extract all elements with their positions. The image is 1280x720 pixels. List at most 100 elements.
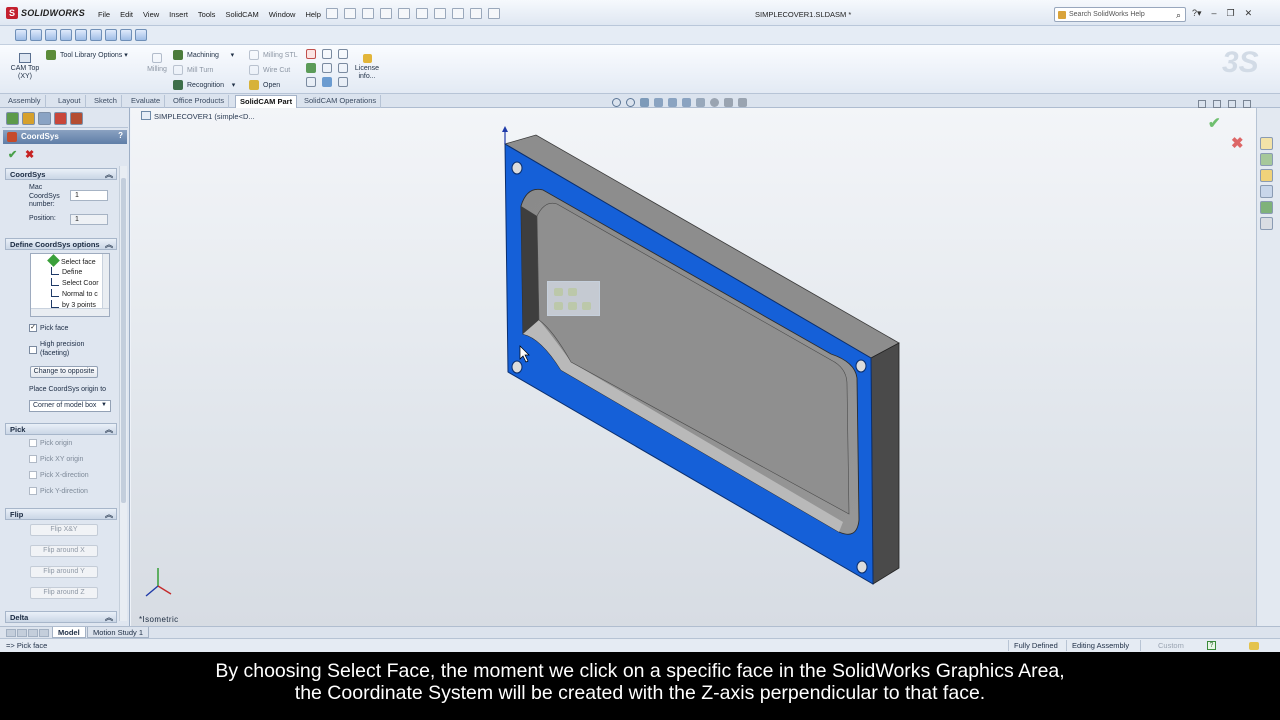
display-manager-icon[interactable] — [54, 112, 67, 125]
machining-button[interactable]: Machining ▾ — [173, 50, 234, 60]
display-style-icon[interactable] — [682, 98, 691, 107]
pick-x-direction-checkbox[interactable] — [29, 471, 37, 479]
link-icon[interactable] — [338, 49, 348, 59]
wire-cut-button[interactable]: Wire Cut — [249, 65, 290, 75]
menu-help[interactable]: Help — [305, 10, 320, 19]
previous-view-icon[interactable] — [640, 98, 649, 107]
flip-around-z-button[interactable]: Flip around Z — [30, 587, 98, 599]
place-origin-select[interactable]: Corner of model box ▼ — [29, 400, 111, 412]
confirmation-cancel-icon[interactable]: ✖ — [1231, 134, 1244, 152]
mill-turn-button[interactable]: Mill Turn — [173, 65, 213, 75]
option-select-coordinate[interactable]: Select Coor — [51, 278, 99, 287]
flip-section-header[interactable]: Flip ︽ — [5, 508, 117, 520]
solidworks-logo[interactable]: S SOLIDWORKS — [6, 6, 85, 20]
viewport-restore-icon[interactable] — [1213, 100, 1221, 108]
context-tool-4-icon[interactable] — [568, 302, 577, 310]
file-properties-icon[interactable] — [488, 8, 500, 19]
ok-check-icon[interactable]: ✔ — [8, 148, 17, 161]
cam-top-button[interactable]: CAM Top (XY) — [8, 53, 42, 81]
status-units[interactable]: Custom — [1158, 641, 1184, 650]
toolbar-button-4-icon[interactable] — [60, 29, 72, 41]
tree-horizontal-scrollbar[interactable] — [31, 308, 109, 316]
tab-evaluate[interactable]: Evaluate — [127, 95, 166, 108]
view-settings-icon[interactable] — [738, 98, 747, 107]
panel-scrollbar[interactable] — [119, 166, 127, 621]
viewport-close-icon[interactable] — [1243, 100, 1251, 108]
report-icon[interactable] — [306, 49, 316, 59]
confirmation-ok-icon[interactable]: ✔ — [1208, 114, 1221, 132]
toolbar-button-8-icon[interactable] — [120, 29, 132, 41]
design-library-icon[interactable] — [1260, 153, 1273, 166]
pick-origin-checkbox[interactable] — [29, 439, 37, 447]
print-icon[interactable] — [398, 8, 410, 19]
status-tag-icon[interactable] — [1249, 642, 1259, 650]
collapse-chevron-icon[interactable]: ︽ — [105, 509, 113, 520]
file-explorer-icon[interactable] — [1260, 169, 1273, 182]
collapse-chevron-icon[interactable]: ︽ — [105, 424, 113, 435]
edit-icon[interactable] — [322, 77, 332, 87]
options-icon[interactable] — [470, 8, 482, 19]
tab-office-products[interactable]: Office Products — [169, 95, 230, 108]
help-search-box[interactable]: Search SolidWorks Help ⌕ — [1054, 7, 1186, 22]
section-view-icon[interactable] — [654, 98, 663, 107]
hide-show-items-icon[interactable] — [696, 98, 705, 107]
tab-sketch[interactable]: Sketch — [90, 95, 122, 108]
context-tool-5-icon[interactable] — [582, 302, 591, 310]
last-tab-icon[interactable] — [39, 629, 49, 637]
apply-scene-icon[interactable] — [724, 98, 733, 107]
tab-solidcam-part[interactable]: SolidCAM Part — [235, 95, 298, 108]
fixture-icon[interactable] — [338, 63, 348, 73]
context-toolbar[interactable] — [547, 281, 600, 316]
pick-face-checkbox[interactable]: ✓ — [29, 324, 37, 332]
toolbar-button-1-icon[interactable] — [15, 29, 27, 41]
context-tool-1-icon[interactable] — [554, 288, 563, 296]
zoom-to-fit-icon[interactable] — [612, 98, 621, 107]
part-model[interactable] — [131, 108, 1256, 626]
position-input[interactable]: 1 — [70, 214, 108, 225]
menu-edit[interactable]: Edit — [120, 10, 133, 19]
menu-file[interactable]: File — [98, 10, 110, 19]
cancel-x-icon[interactable]: ✖ — [25, 148, 34, 161]
open-button[interactable]: Open — [249, 80, 280, 90]
help-dropdown-icon[interactable]: ?▾ — [1192, 8, 1202, 19]
open-document-icon[interactable] — [362, 8, 374, 19]
menu-insert[interactable]: Insert — [169, 10, 188, 19]
viewport-minimize-icon[interactable] — [1198, 100, 1206, 108]
view-orientation-icon[interactable] — [668, 98, 677, 107]
restore-icon[interactable]: ❐ — [1227, 8, 1235, 19]
settings-icon[interactable] — [322, 49, 332, 59]
menu-view[interactable]: View — [143, 10, 159, 19]
flip-around-y-button[interactable]: Flip around Y — [30, 566, 98, 578]
toolbar-button-5-icon[interactable] — [75, 29, 87, 41]
close-icon[interactable]: ✕ — [1245, 8, 1253, 19]
tool-table-icon[interactable] — [322, 63, 332, 73]
help-button[interactable]: ? — [118, 131, 123, 140]
collapse-chevron-icon[interactable]: ︽ — [105, 239, 113, 250]
license-info-button[interactable]: License info... — [352, 54, 382, 81]
save-icon[interactable] — [380, 8, 392, 19]
viewport-tile-icon[interactable] — [1228, 100, 1236, 108]
status-help-button[interactable]: ? — [1207, 641, 1216, 650]
view-palette-icon[interactable] — [1260, 185, 1273, 198]
tab-motion-study-1[interactable]: Motion Study 1 — [87, 627, 150, 638]
collapse-chevron-icon[interactable]: ︽ — [105, 169, 113, 180]
toolbar-button-9-icon[interactable] — [135, 29, 147, 41]
pick-y-direction-checkbox[interactable] — [29, 487, 37, 495]
mac-coordsys-number-input[interactable]: 1 — [70, 190, 108, 201]
previous-tab-icon[interactable] — [17, 629, 27, 637]
graphics-area[interactable]: SIMPLECOVER1 (simple<D... *Isometric — [131, 108, 1256, 626]
milling-button[interactable]: Milling — [146, 53, 168, 73]
context-tool-2-icon[interactable] — [568, 288, 577, 296]
tree-vertical-scrollbar[interactable] — [102, 254, 109, 310]
edit-appearance-icon[interactable] — [710, 98, 719, 107]
tab-model[interactable]: Model — [52, 627, 86, 638]
property-manager-icon[interactable] — [22, 112, 35, 125]
flip-around-x-button[interactable]: Flip around X — [30, 545, 98, 557]
export-icon[interactable] — [338, 77, 348, 87]
search-icon[interactable]: ⌕ — [1176, 11, 1181, 20]
tool-library-options-button[interactable]: Tool Library Options ▾ — [46, 50, 128, 60]
solidcam-manager-icon[interactable] — [70, 112, 83, 125]
delta-section-header[interactable]: Delta ︽ — [5, 611, 117, 623]
toolbar-button-6-icon[interactable] — [90, 29, 102, 41]
change-to-opposite-button[interactable]: Change to opposite — [30, 366, 98, 378]
